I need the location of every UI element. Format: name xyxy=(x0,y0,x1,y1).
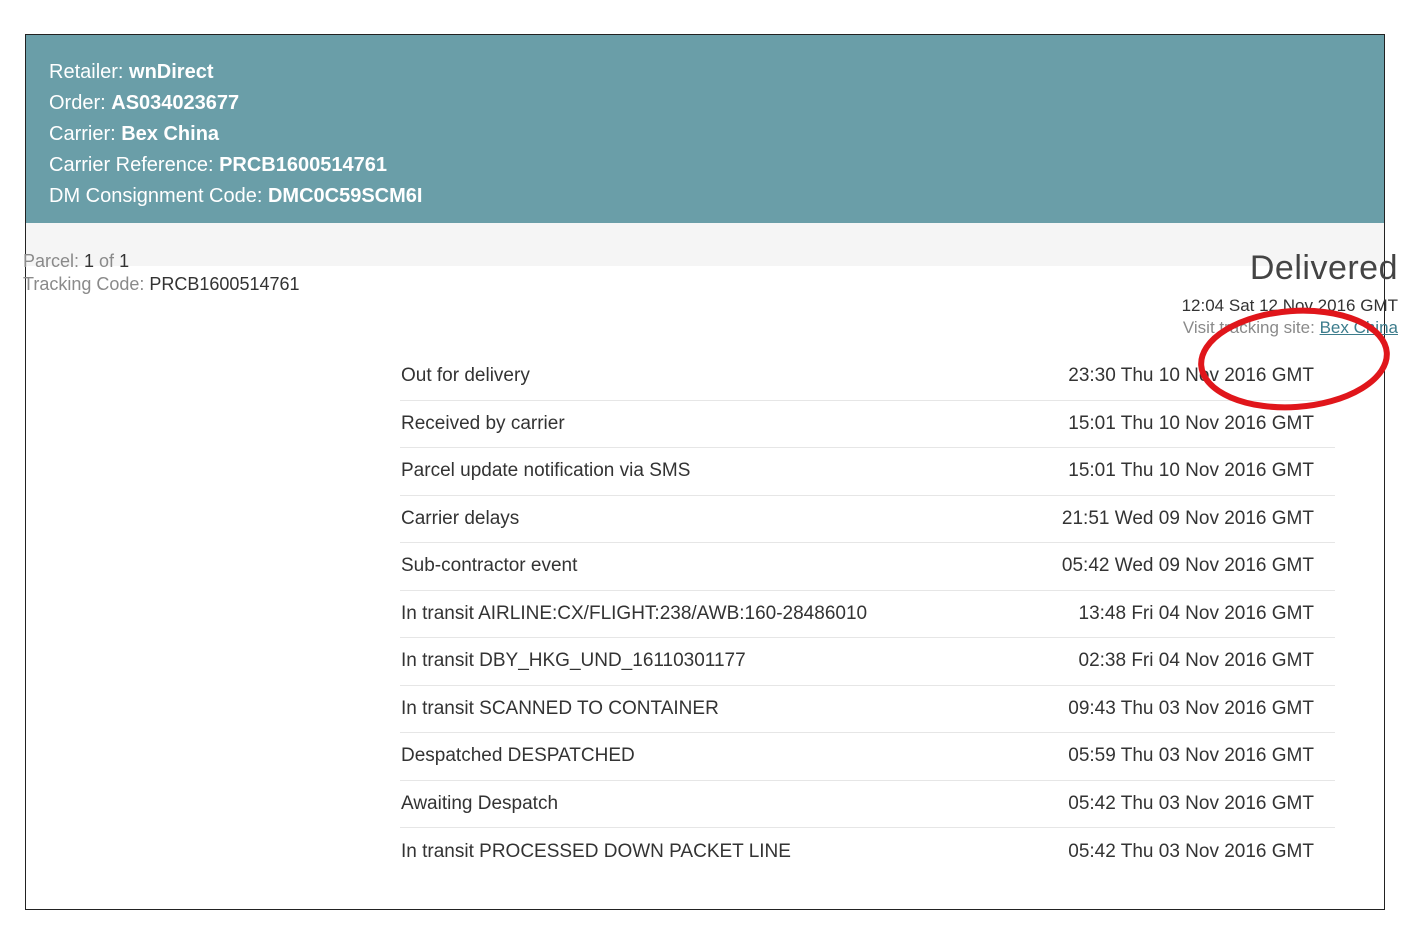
order-header: Retailer: wnDirect Order: AS034023677 Ca… xyxy=(26,35,1384,223)
event-description: Parcel update notification via SMS xyxy=(401,460,691,482)
carrier-reference-value: PRCB1600514761 xyxy=(219,154,387,176)
event-timestamp: 21:51 Wed 09 Nov 2016 GMT xyxy=(1061,507,1314,529)
event-row: Awaiting Despatch 05:42 Thu 03 Nov 2016 G… xyxy=(400,781,1335,828)
event-description: Despatched DESPATCHED xyxy=(401,745,635,767)
event-timestamp: 15:01 Thu 10 Nov 2016 GMT xyxy=(1068,412,1314,434)
event-description: In transit DBY_HKG_UND_16110301177 xyxy=(401,650,746,672)
event-timestamp: 05:59 Thu 03 Nov 2016 GMT xyxy=(1068,745,1314,767)
event-description: Awaiting Despatch xyxy=(401,792,559,814)
event-description: Sub-contractor event xyxy=(401,555,578,577)
event-timestamp: 13:48 Fri 04 Nov 2016 GMT xyxy=(1078,602,1315,624)
event-description: Received by carrier xyxy=(401,412,565,434)
event-row: In transit SCANNED TO CONTAINER 09:43 Thu… xyxy=(400,686,1335,733)
event-timestamp: 09:43 Thu 03 Nov 2016 GMT xyxy=(1068,697,1314,719)
event-timestamp: 15:01 Thu 10 Nov 2016 GMT xyxy=(1068,460,1314,482)
event-description: In transit PROCESSED DOWN PACKET LINE xyxy=(401,840,791,862)
order-line: Order: AS034023677 xyxy=(49,92,240,114)
event-description: Carrier delays xyxy=(401,507,520,529)
event-row: In transit AIRLINE:CX/FLIGHT:238/AWB:160… xyxy=(400,591,1335,638)
event-row: Parcel update notification via SMS 15:01 … xyxy=(400,448,1335,496)
event-timestamp: 05:42 Thu 03 Nov 2016 GMT xyxy=(1068,792,1314,814)
event-timestamp: 23:30 Thu 10 Nov 2016 GMT xyxy=(1068,365,1314,387)
event-row: Received by carrier 15:01 Thu 10 Nov 2016… xyxy=(400,401,1335,448)
carrier-line: Carrier: Bex China xyxy=(49,123,220,145)
event-row: Sub-contractor event 05:42 Wed 09 Nov 201… xyxy=(400,543,1335,591)
event-row: In transit PROCESSED DOWN PACKET LINE 05:… xyxy=(400,828,1335,876)
carrier-tracking-link[interactable]: Bex China xyxy=(1320,318,1398,337)
event-timestamp: 05:42 Wed 09 Nov 2016 GMT xyxy=(1061,555,1314,577)
tracking-code: Tracking Code: PRCB1600514761 xyxy=(23,274,300,294)
event-description: Out for delivery xyxy=(401,365,530,387)
event-row: Despatched DESPATCHED 05:59 Thu 03 Nov 20… xyxy=(400,733,1335,781)
visit-tracking-site: Visit tracking site: Bex China xyxy=(1182,318,1398,337)
event-row: In transit DBY_HKG_UND_16110301177 02:38 … xyxy=(400,638,1335,686)
carrier-value: Bex China xyxy=(121,123,220,145)
event-timestamp: 02:38 Fri 04 Nov 2016 GMT xyxy=(1078,650,1315,672)
event-row: Out for delivery 23:30 Thu 10 Nov 2016 GM… xyxy=(400,353,1335,401)
event-row: Carrier delays 21:51 Wed 09 Nov 2016 GMT xyxy=(400,496,1335,543)
status-timestamp: 12:04 Sat 12 Nov 2016 GMT xyxy=(1181,296,1398,315)
dm-consignment-value: DMC0C59SCM6I xyxy=(267,185,423,207)
event-description: In transit AIRLINE:CX/FLIGHT:238/AWB:160… xyxy=(401,602,868,624)
dm-consignment-line: DM Consignment Code: DMC0C59SCM6I xyxy=(49,185,423,207)
delivery-status: Delivered 12:04 Sat 12 Nov 2016 GMT Visi… xyxy=(1182,250,1398,339)
status-title: Delivered xyxy=(1249,249,1398,287)
carrier-reference-line: Carrier Reference: PRCB1600514761 xyxy=(49,154,387,176)
event-timestamp: 05:42 Thu 03 Nov 2016 GMT xyxy=(1068,840,1314,862)
event-description: In transit SCANNED TO CONTAINER xyxy=(401,697,719,719)
retailer-value: wnDirect xyxy=(129,61,214,83)
parcel-count: Parcel: 1 of 1 xyxy=(23,251,130,271)
retailer-line: Retailer: wnDirect xyxy=(49,61,214,83)
tracking-events-list: Out for delivery 23:30 Thu 10 Nov 2016 GM… xyxy=(400,353,1335,876)
order-value: AS034023677 xyxy=(111,92,240,114)
parcel-info: Parcel: 1 of 1 Tracking Code: PRCB160051… xyxy=(23,250,300,296)
